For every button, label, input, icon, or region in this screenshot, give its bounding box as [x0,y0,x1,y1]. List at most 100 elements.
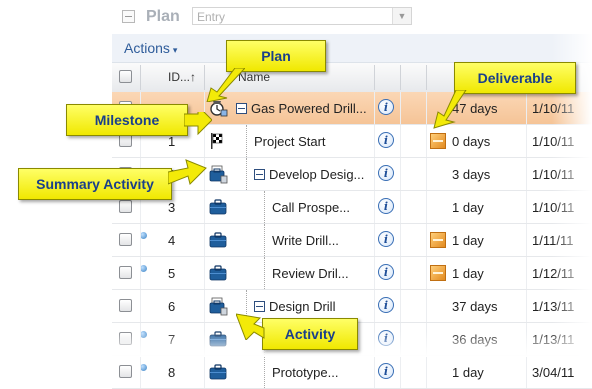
info-icon[interactable]: i [378,132,394,148]
callout-deliverable: Deliverable [454,62,576,94]
briefcase-icon [208,197,228,217]
table-row[interactable]: 4Write Drill...i1 day1/11/11 [112,224,592,257]
info-icon[interactable]: i [378,165,394,181]
collapse-toggle-icon[interactable] [236,103,247,114]
column-divider [204,224,205,256]
actions-menu-label: Actions [124,40,170,56]
deliverable-icon [430,265,446,281]
tree-line [264,356,265,388]
column-divider [374,257,375,289]
task-name[interactable]: Write Drill... [272,233,339,248]
status-dot-icon [140,265,147,272]
column-divider [400,356,401,388]
task-duration: 1 day [452,233,484,248]
column-divider [400,92,401,124]
callout-milestone-arrow [184,112,212,136]
column-divider [426,92,427,124]
callout-activity-arrow [236,313,265,340]
info-icon[interactable]: i [378,363,394,379]
tree-line [264,224,265,256]
task-name[interactable]: Review Dril... [272,266,349,281]
column-divider [374,191,375,223]
column-divider [374,356,375,388]
row-checkbox[interactable] [119,266,132,279]
view-select[interactable]: Entry ▼ [192,7,412,25]
column-divider [426,356,427,388]
task-name-label: Write Drill... [272,233,339,248]
deliverable-icon [430,133,446,149]
collapse-icon[interactable] [122,10,135,23]
task-duration: 37 days [452,299,498,314]
table-row[interactable]: 3Call Prospe...i1 day1/10/11 [112,191,592,224]
column-divider [426,65,427,90]
table-row[interactable]: 5Review Dril...i1 day1/12/11 [112,257,592,290]
column-divider [526,92,527,124]
briefcase-icon [208,362,228,382]
summary-briefcase-icon [208,164,228,184]
briefcase-icon [208,230,228,250]
task-duration: 1 day [452,200,484,215]
task-name[interactable]: Prototype... [272,365,338,380]
row-checkbox[interactable] [119,299,132,312]
column-divider [400,224,401,256]
column-divider [400,125,401,157]
actions-caret-icon: ▾ [172,45,178,55]
column-divider [526,125,527,157]
task-name[interactable]: Design Drill [254,299,335,314]
column-divider [426,158,427,190]
row-id: 1 [168,134,176,149]
info-icon[interactable]: i [378,264,394,280]
task-start-date: 3/04/11 [532,365,575,380]
task-name-label: Design Drill [269,299,336,314]
id-column-header[interactable]: ID...↑ [168,70,196,84]
column-divider [140,224,141,256]
callout-deliverable-arrow [433,90,467,129]
column-divider [526,290,527,322]
actions-menu[interactable]: Actions ▾ [124,40,177,56]
task-name[interactable]: Gas Powered Drill... [236,101,367,116]
row-checkbox[interactable] [119,365,132,378]
table-row[interactable]: 8 Prototype... i 1 day 3/04/11 [112,356,592,389]
column-divider [204,191,205,223]
task-name[interactable]: Call Prospe... [272,200,350,215]
row-id: 3 [168,200,176,215]
column-divider [374,65,375,90]
view-select-value: Entry [197,10,226,24]
sort-arrow-icon: ↑ [190,70,197,84]
column-divider [426,125,427,157]
column-divider [204,356,205,388]
callout-summary-arrow [168,159,207,185]
chevron-down-icon[interactable]: ▼ [392,8,411,24]
info-icon[interactable]: i [378,231,394,247]
column-divider [400,290,401,322]
task-duration: 1 day [452,365,484,380]
select-all-checkbox[interactable] [119,70,132,83]
id-column-label: ID... [168,70,191,84]
info-icon[interactable]: i [378,198,394,214]
callout-plan-arrow [206,68,245,102]
callout-summary-activity: Summary Activity [18,168,172,200]
column-divider [526,191,527,223]
info-icon[interactable]: i [378,99,394,115]
task-duration: 3 days [452,167,491,182]
callout-activity: Activity [262,318,358,350]
column-divider [374,290,375,322]
column-divider [140,290,141,322]
column-divider [526,257,527,289]
status-dot-icon [140,364,147,371]
page-title: Plan [146,8,180,25]
row-checkbox[interactable] [119,233,132,246]
tree-line [246,158,247,190]
row-checkbox[interactable] [119,200,132,213]
collapse-toggle-icon[interactable] [254,169,265,180]
column-divider [400,65,401,90]
task-name-label: Gas Powered Drill... [251,101,367,116]
column-divider [526,224,527,256]
task-name[interactable]: Develop Desig... [254,167,364,182]
info-icon[interactable]: i [378,297,394,313]
row-id: 4 [168,233,176,248]
tree-line [264,191,265,223]
task-name[interactable]: Project Start [254,134,326,149]
task-duration: 0 days [452,134,491,149]
tree-line [246,125,247,157]
